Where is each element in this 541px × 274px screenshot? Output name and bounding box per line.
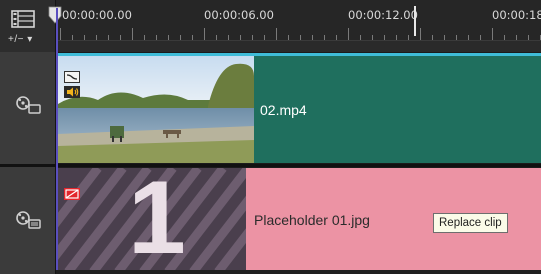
ruler-tick (192, 35, 193, 40)
ruler-tick (384, 35, 385, 40)
video-clip[interactable]: 02.mp4 (58, 53, 541, 163)
video-track-header[interactable] (0, 52, 56, 166)
overlay-track-icon[interactable] (15, 209, 43, 233)
time-cursor-marker (414, 6, 416, 36)
playhead-handle[interactable] (48, 6, 62, 24)
lake-scene-thumbnail (58, 56, 254, 163)
track-manager-icon[interactable] (11, 9, 37, 29)
ruler-subbar (56, 41, 541, 52)
ruler-tick (456, 35, 457, 40)
ruler-tick (108, 35, 109, 40)
timecode-label: 00:00:12.00 (348, 8, 418, 22)
ruler-tick (228, 35, 229, 40)
ruler-tick (84, 35, 85, 40)
ruler-tick (360, 35, 361, 40)
ruler-tick (432, 35, 433, 40)
ruler-tick (180, 35, 181, 40)
ruler-tick (444, 35, 445, 40)
ruler-tick (120, 35, 121, 40)
ruler-tick (288, 35, 289, 40)
ruler-tick (408, 35, 409, 40)
ruler-tick (60, 28, 61, 40)
playhead-line (56, 8, 58, 274)
timeline-bottom-strip (56, 270, 541, 274)
ruler-tick (276, 28, 277, 40)
track-divider (0, 164, 541, 167)
ruler-tick (156, 35, 157, 40)
ruler-tick (348, 28, 349, 40)
timecode-label: 00:00:00.00 (62, 8, 132, 22)
ruler-tick (312, 35, 313, 40)
ruler-tick (396, 35, 397, 40)
video-clip-name: 02.mp4 (260, 102, 307, 118)
ruler-tick (204, 28, 205, 40)
ruler-tick (300, 35, 301, 40)
transition-icon (64, 71, 80, 83)
overlay-clip-name: Placeholder 01.jpg (254, 212, 370, 228)
timecode-label: 00:00:18 (492, 8, 541, 22)
ruler-tick (72, 35, 73, 40)
ruler-tick (480, 35, 481, 40)
ruler-tick (516, 35, 517, 40)
placeholder-icon (64, 188, 80, 200)
ruler-tick (264, 35, 265, 40)
ruler-tick (528, 35, 529, 40)
ruler-tick (216, 35, 217, 40)
ruler-tick (168, 35, 169, 40)
ruler-tick (420, 28, 421, 40)
ruler-tick (324, 35, 325, 40)
time-ruler[interactable]: 00:00:00.00 00:00:06.00 00:00:12.00 00:0… (56, 0, 541, 41)
ruler-tick (132, 28, 133, 40)
zoom-control[interactable]: +/− ▾ (8, 35, 33, 45)
placeholder-thumbnail: 1 (58, 168, 246, 272)
overlay-track-header[interactable] (0, 167, 56, 274)
replace-clip-tooltip: Replace clip (433, 213, 508, 233)
video-clip-thumbnail (58, 56, 254, 163)
ruler-tick (504, 35, 505, 40)
ruler-tick (240, 35, 241, 40)
ruler-tick (468, 35, 469, 40)
placeholder-number: 1 (128, 168, 186, 272)
timeline-ruler-bar: +/− ▾ 00:00:00.00 00:00:06.00 00:00:12.0… (0, 0, 541, 52)
ruler-tick (252, 35, 253, 40)
ruler-tick (144, 35, 145, 40)
ruler-tick (336, 35, 337, 40)
ruler-tick (492, 28, 493, 40)
ruler-tick (372, 35, 373, 40)
audio-icon (64, 86, 80, 98)
timecode-label: 00:00:06.00 (204, 8, 274, 22)
ruler-tick (96, 35, 97, 40)
video-track-icon[interactable] (15, 94, 43, 118)
